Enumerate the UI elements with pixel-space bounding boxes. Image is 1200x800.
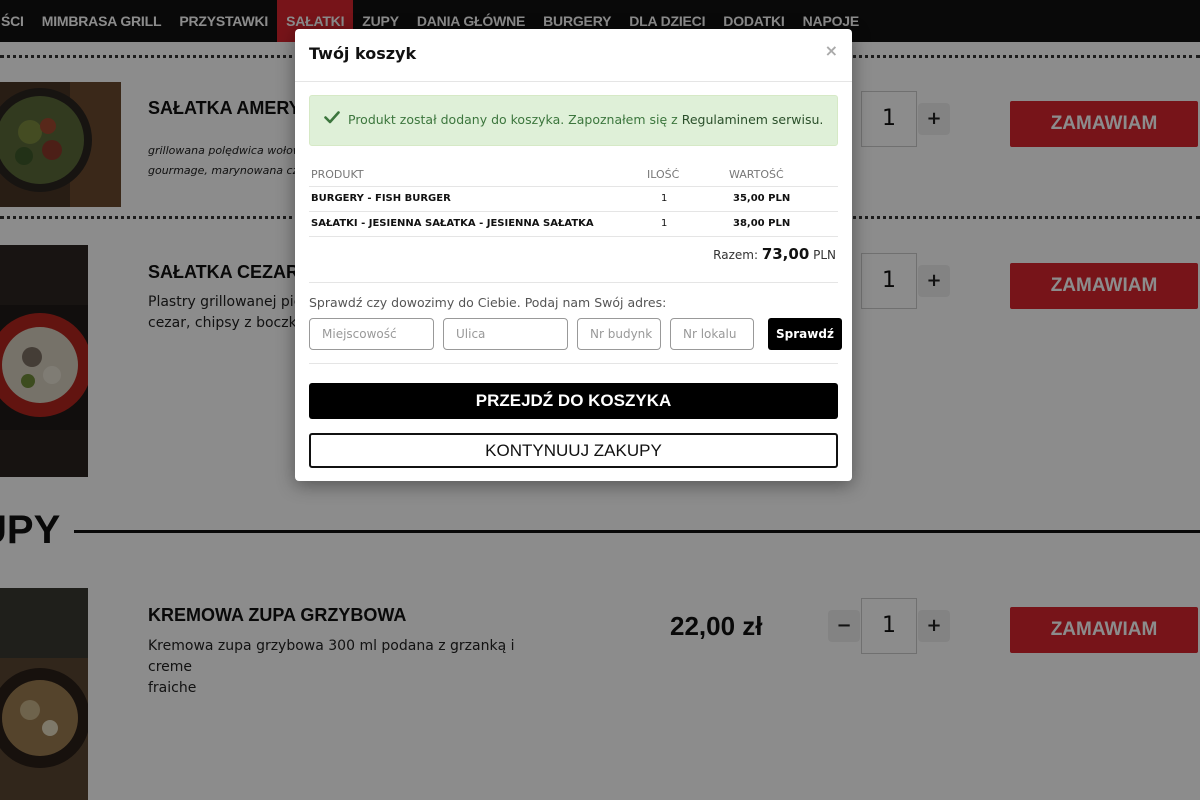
close-icon[interactable]: × bbox=[825, 41, 838, 60]
cart-product: BURGERY - FISH BURGER bbox=[311, 193, 451, 204]
cart-table: PRODUKT ILOŚĆ WARTOŚĆ BURGERY - FISH BUR… bbox=[309, 165, 838, 237]
column-header-product: PRODUKT bbox=[311, 168, 364, 181]
column-header-quantity: ILOŚĆ bbox=[647, 168, 680, 181]
cart-quantity: 1 bbox=[661, 218, 668, 229]
city-input[interactable]: Miejscowość bbox=[309, 318, 434, 350]
alert-message: Produkt został dodany do koszyka. Zapozn… bbox=[348, 112, 823, 127]
cart-product: SAŁATKI - JESIENNA SAŁATKA - JESIENNA SA… bbox=[311, 218, 594, 229]
total-label: Razem: bbox=[713, 248, 758, 262]
terms-link[interactable]: Regulaminem serwisu. bbox=[682, 112, 824, 127]
table-row: BURGERY - FISH BURGER 1 35,00 PLN bbox=[309, 187, 838, 212]
table-header: PRODUKT ILOŚĆ WARTOŚĆ bbox=[309, 165, 838, 187]
building-number-input[interactable]: Nr budynk bbox=[577, 318, 661, 350]
continue-shopping-button[interactable]: KONTYNUUJ ZAKUPY bbox=[309, 433, 838, 468]
divider bbox=[309, 363, 838, 364]
modal-title: Twój koszyk bbox=[309, 44, 417, 63]
checkmark-icon bbox=[324, 111, 340, 124]
total-currency: PLN bbox=[813, 248, 836, 262]
cart-total: Razem: 73,00 PLN bbox=[713, 245, 836, 263]
divider bbox=[309, 282, 838, 283]
total-value: 73,00 bbox=[761, 245, 810, 263]
modal-header: Twój koszyk × bbox=[295, 29, 852, 82]
cart-value: 35,00 PLN bbox=[733, 193, 791, 204]
go-to-cart-button[interactable]: PRZEJDŹ DO KOSZYKA bbox=[309, 383, 838, 419]
cart-quantity: 1 bbox=[661, 193, 668, 204]
address-check-label: Sprawdź czy dowozimy do Ciebie. Podaj na… bbox=[309, 295, 667, 310]
cart-value: 38,00 PLN bbox=[733, 218, 791, 229]
alert-text: Produkt został dodany do koszyka. Zapozn… bbox=[348, 112, 682, 127]
apartment-number-input[interactable]: Nr lokalu bbox=[670, 318, 754, 350]
success-alert: Produkt został dodany do koszyka. Zapozn… bbox=[309, 95, 838, 146]
cart-modal: Twój koszyk × Produkt został dodany do k… bbox=[295, 29, 852, 481]
street-input[interactable]: Ulica bbox=[443, 318, 568, 350]
table-row: SAŁATKI - JESIENNA SAŁATKA - JESIENNA SA… bbox=[309, 212, 838, 237]
column-header-value: WARTOŚĆ bbox=[729, 168, 784, 181]
check-address-button[interactable]: Sprawdź bbox=[768, 318, 842, 350]
